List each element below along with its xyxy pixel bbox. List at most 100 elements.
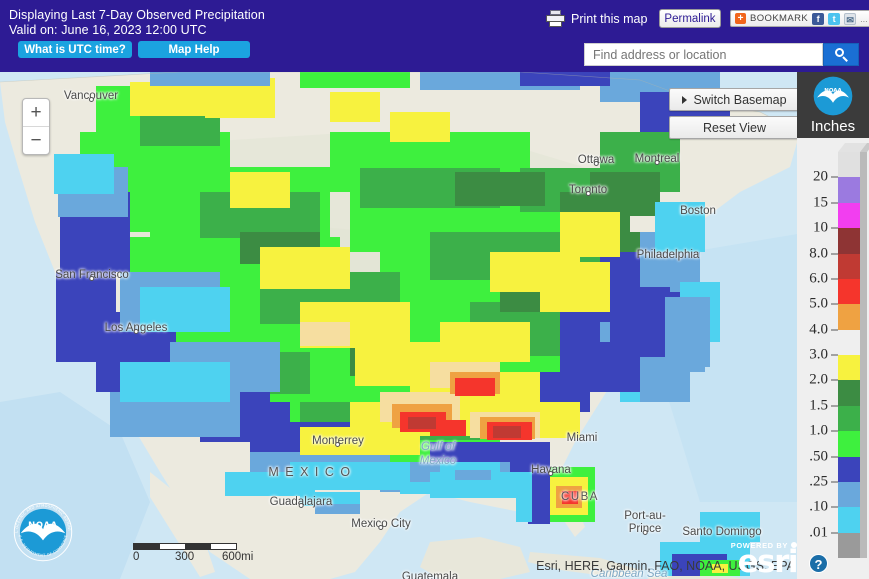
legend-color-bar xyxy=(838,152,867,559)
legend-band xyxy=(838,405,867,432)
legend-tick: 2.0 xyxy=(797,372,838,389)
legend-band xyxy=(838,456,867,483)
legend-tick: 3.0 xyxy=(797,347,838,364)
legend-tick-dash xyxy=(831,303,838,305)
zoom-out-button[interactable]: − xyxy=(23,127,49,155)
legend-band xyxy=(838,278,867,305)
chevron-right-icon xyxy=(682,95,688,104)
legend-tick-value: 20 xyxy=(813,168,828,185)
legend-tick-dash xyxy=(831,456,838,457)
page-title: Displaying Last 7-Day Observed Precipita… xyxy=(9,8,265,22)
legend-tick-dash xyxy=(831,481,838,483)
legend-tick-value: 1.5 xyxy=(809,397,828,414)
legend-help-button[interactable]: ? xyxy=(809,554,828,573)
zoom-in-button[interactable]: + xyxy=(23,99,49,127)
legend-tick-dash xyxy=(831,405,838,407)
legend-band xyxy=(838,152,867,178)
search-input[interactable] xyxy=(584,43,823,66)
legend-band xyxy=(838,431,867,457)
legend-band xyxy=(838,253,867,280)
legend-tick-value: .10 xyxy=(809,498,828,515)
legend-title: Inches xyxy=(810,118,856,135)
legend-tick-dash xyxy=(831,202,838,204)
legend-tick-value: 5.0 xyxy=(809,295,828,312)
legend-tick-value: 10 xyxy=(813,219,828,236)
svg-text:NOAA: NOAA xyxy=(28,520,58,530)
legend-tick: .50 xyxy=(797,448,838,465)
scale-bar-labels: 0 300 600mi xyxy=(133,551,253,565)
legend-tick-dash xyxy=(831,176,838,178)
legend-tick-value: .25 xyxy=(809,473,828,490)
search-icon xyxy=(834,48,848,62)
legend-tick: 8.0 xyxy=(797,245,838,262)
legend-band xyxy=(838,507,867,534)
legend-band xyxy=(838,202,867,229)
noaa-seal-logo: NOAA NATIONAL OCEANIC AND ATMOSPHERIC AD… xyxy=(8,497,73,562)
map-canvas[interactable]: Vancouver San Francisco Los Angeles Ottawa M… xyxy=(0,72,869,579)
legend-tick: 5.0 xyxy=(797,296,838,313)
legend-band xyxy=(838,228,867,254)
bookmark-widget[interactable]: + BOOKMARK f t ✉ ... xyxy=(730,10,869,27)
reset-view-button[interactable]: Reset View xyxy=(669,116,800,139)
precipitation-map-app: Vancouver San Francisco Los Angeles Ottawa M… xyxy=(0,0,869,579)
twitter-icon[interactable]: t xyxy=(828,12,841,25)
scale-tick-2: 600mi xyxy=(222,551,254,563)
legend-panel: NOAA Inches 20 15 10 8.0 6.0 5.0 4.0 3.0 2.0 1.5 1… xyxy=(797,72,869,579)
legend-tick-value: 6.0 xyxy=(809,270,828,287)
legend-tick: 10 xyxy=(797,220,838,237)
email-icon[interactable]: ✉ xyxy=(844,12,857,25)
legend-tick-value: .01 xyxy=(809,524,828,541)
legend-tick-dash xyxy=(831,379,838,381)
legend-tick-dash xyxy=(831,329,838,331)
legend-tick-value: 3.0 xyxy=(809,346,828,363)
switch-basemap-label: Switch Basemap xyxy=(693,92,787,107)
zoom-controls[interactable]: + − xyxy=(22,98,50,155)
legend-header: NOAA Inches xyxy=(797,72,869,138)
bookmark-plus-icon: + xyxy=(735,13,746,24)
legend-tick-value: 2.0 xyxy=(809,371,828,388)
legend-tick-value: 4.0 xyxy=(809,321,828,338)
valid-time-text: Valid on: June 16, 2023 12:00 UTC xyxy=(9,23,207,37)
print-label: Print this map xyxy=(571,11,648,26)
legend-tick: 20 xyxy=(797,169,838,186)
legend-tick-value: 8.0 xyxy=(809,245,828,261)
legend-tick: .01 xyxy=(797,524,838,541)
legend-tick-dash xyxy=(831,253,838,254)
what-is-utc-button[interactable]: What is UTC time? xyxy=(18,41,132,58)
legend-band xyxy=(838,355,867,381)
permalink-button[interactable]: Permalink xyxy=(659,9,721,28)
legend-band xyxy=(838,177,867,204)
facebook-icon[interactable]: f xyxy=(812,12,825,25)
legend-tick: .10 xyxy=(797,499,838,516)
svg-text:NOAA: NOAA xyxy=(824,88,842,94)
scale-bar: 0 300 600mi xyxy=(133,543,253,565)
map-help-button[interactable]: Map Help xyxy=(138,41,250,58)
legend-tick: 1.5 xyxy=(797,397,838,414)
printer-icon xyxy=(546,10,565,27)
legend-band xyxy=(838,304,867,331)
legend-tick-dash xyxy=(831,430,838,432)
search-button[interactable] xyxy=(823,43,859,66)
print-this-map-button[interactable]: Print this map xyxy=(546,10,647,27)
legend-tick-value: 15 xyxy=(813,194,828,211)
legend-tick-dash xyxy=(831,278,838,280)
page-header: Displaying Last 7-Day Observed Precipita… xyxy=(0,0,869,72)
legend-tick-dash xyxy=(831,506,838,508)
legend-tick-value: .50 xyxy=(809,448,828,464)
legend-band xyxy=(838,532,867,559)
scale-tick-1: 300 xyxy=(175,551,195,563)
legend-tick: .25 xyxy=(797,473,838,490)
legend-tick-dash xyxy=(831,532,838,534)
legend-body: 20 15 10 8.0 6.0 5.0 4.0 3.0 2.0 1.5 1.0 .50 .25 .10.… xyxy=(797,138,869,579)
map-attribution: Esri, HERE, Garmin, FAO, NOAA, USGS, EPA xyxy=(536,559,795,573)
scale-tick-0: 0 xyxy=(133,551,140,563)
legend-noaa-icon: NOAA xyxy=(813,76,853,116)
legend-tick: 1.0 xyxy=(797,423,838,440)
legend-band xyxy=(838,329,867,356)
scale-bar-graphic xyxy=(133,543,237,550)
switch-basemap-button[interactable]: Switch Basemap xyxy=(669,88,800,111)
more-options-icon[interactable]: ... xyxy=(860,14,868,24)
legend-tick: 4.0 xyxy=(797,321,838,338)
map-graphic xyxy=(0,72,869,579)
legend-tick-value: 1.0 xyxy=(809,422,828,439)
